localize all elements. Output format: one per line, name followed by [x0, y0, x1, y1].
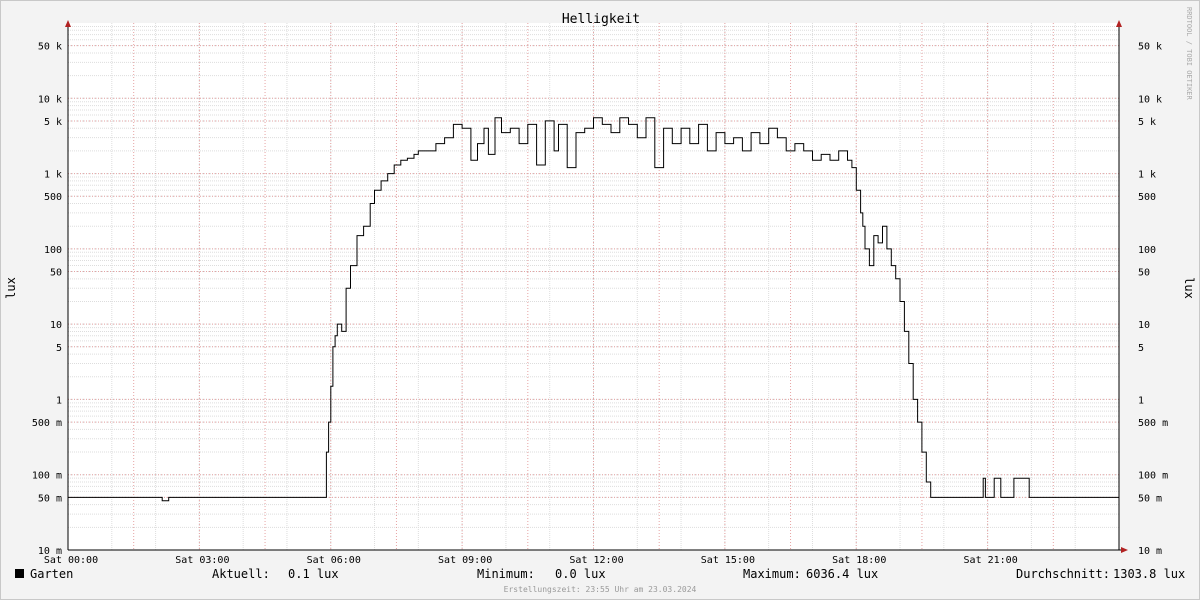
- current-label: Aktuell:: [212, 567, 270, 581]
- y-tick-label-right: 5 k: [1138, 117, 1156, 128]
- maximum-value: 6036.4 lux: [806, 567, 879, 581]
- y-tick-label-left: 10 k: [38, 94, 62, 105]
- y-tick-label-right: 50: [1138, 268, 1150, 279]
- x-tick-label: Sat 21:00: [964, 555, 1018, 566]
- y-tick-label-right: 500: [1138, 192, 1156, 203]
- y-tick-label-left: 10: [50, 320, 62, 331]
- y-tick-label-right: 5: [1138, 343, 1144, 354]
- x-axis-arrow: [1121, 547, 1128, 553]
- chart-frame: 10 m 50 m 100 m 500 m 1 5 10 50 100 500 1 k 5 k 10 k…: [0, 0, 1200, 600]
- watermark: RRDTOOL / TOBI OETIKER: [1185, 7, 1193, 101]
- y-tick-label-left: 5: [56, 343, 62, 354]
- x-tick-label: Sat 00:00: [44, 555, 98, 566]
- y-tick-label-left: 1 k: [44, 170, 62, 181]
- average-value: 1303.8 lux: [1113, 567, 1186, 581]
- x-tick-label: Sat 09:00: [438, 555, 492, 566]
- brightness-chart: 10 m 50 m 100 m 500 m 1 5 10 50 100 500 1 k 5 k 10 k…: [4, 7, 1196, 566]
- x-tick-label: Sat 06:00: [307, 555, 361, 566]
- y-axis-label-left: lux: [4, 277, 18, 299]
- x-tick-label: Sat 03:00: [175, 555, 229, 566]
- y-tick-label-right: 500 m: [1138, 418, 1168, 429]
- y-tick-label-left: 100 m: [32, 471, 62, 482]
- y-tick-label-left: 500 m: [32, 418, 62, 429]
- y-ticks-left: 10 m50 m100 m500 m1510501005001 k5 k10 k…: [32, 42, 62, 557]
- footer-timestamp: Erstellungszeit: 23:55 Uhr am 23.03.2024: [503, 585, 697, 594]
- y-tick-label-left: 1: [56, 395, 62, 406]
- y-tick-label-left: 50 m: [38, 493, 62, 504]
- y-tick-label-right: 1 k: [1138, 170, 1156, 181]
- x-ticks: Sat 00:00 Sat 03:00 Sat 06:00 Sat 09:00 Sat …: [44, 555, 1018, 566]
- current-value: 0.1 lux: [288, 567, 339, 581]
- minimum-label: Minimum:: [477, 567, 535, 581]
- y-tick-label-right: 1: [1138, 395, 1144, 406]
- y-tick-label-right: 10 k: [1138, 94, 1162, 105]
- y-tick-label-left: 500: [44, 192, 62, 203]
- y-tick-label-right: 10 m: [1138, 546, 1162, 557]
- y-tick-label-left: 50: [50, 268, 62, 279]
- y-tick-label-right: 50 k: [1138, 42, 1162, 53]
- y-tick-label-right: 100: [1138, 245, 1156, 256]
- y-ticks-right: 10 m 50 m 100 m 500 m 1 5 10 50 100 500 1 k 5 k 10 k…: [1138, 42, 1168, 557]
- y-tick-label-right: 50 m: [1138, 493, 1162, 504]
- x-tick-label: Sat 18:00: [832, 555, 886, 566]
- legend-swatch: [15, 569, 24, 578]
- y-tick-label-left: 5 k: [44, 117, 62, 128]
- y-tick-label-left: 100: [44, 245, 62, 256]
- y-tick-label-right: 100 m: [1138, 471, 1168, 482]
- y-tick-label-right: 10: [1138, 320, 1150, 331]
- chart-title: Helligkeit: [562, 12, 640, 27]
- maximum-label: Maximum:: [743, 567, 801, 581]
- legend: Garten Aktuell: 0.1 lux Minimum: 0.0 lux…: [0, 567, 1200, 585]
- minimum-value: 0.0 lux: [555, 567, 606, 581]
- x-tick-label: Sat 12:00: [569, 555, 623, 566]
- legend-series-name: Garten: [30, 567, 74, 581]
- average-label: Durchschnitt:: [1016, 567, 1110, 581]
- y-axis-label-right: lux: [1182, 277, 1196, 299]
- y-tick-label-left: 50 k: [38, 42, 62, 53]
- x-tick-label: Sat 15:00: [701, 555, 755, 566]
